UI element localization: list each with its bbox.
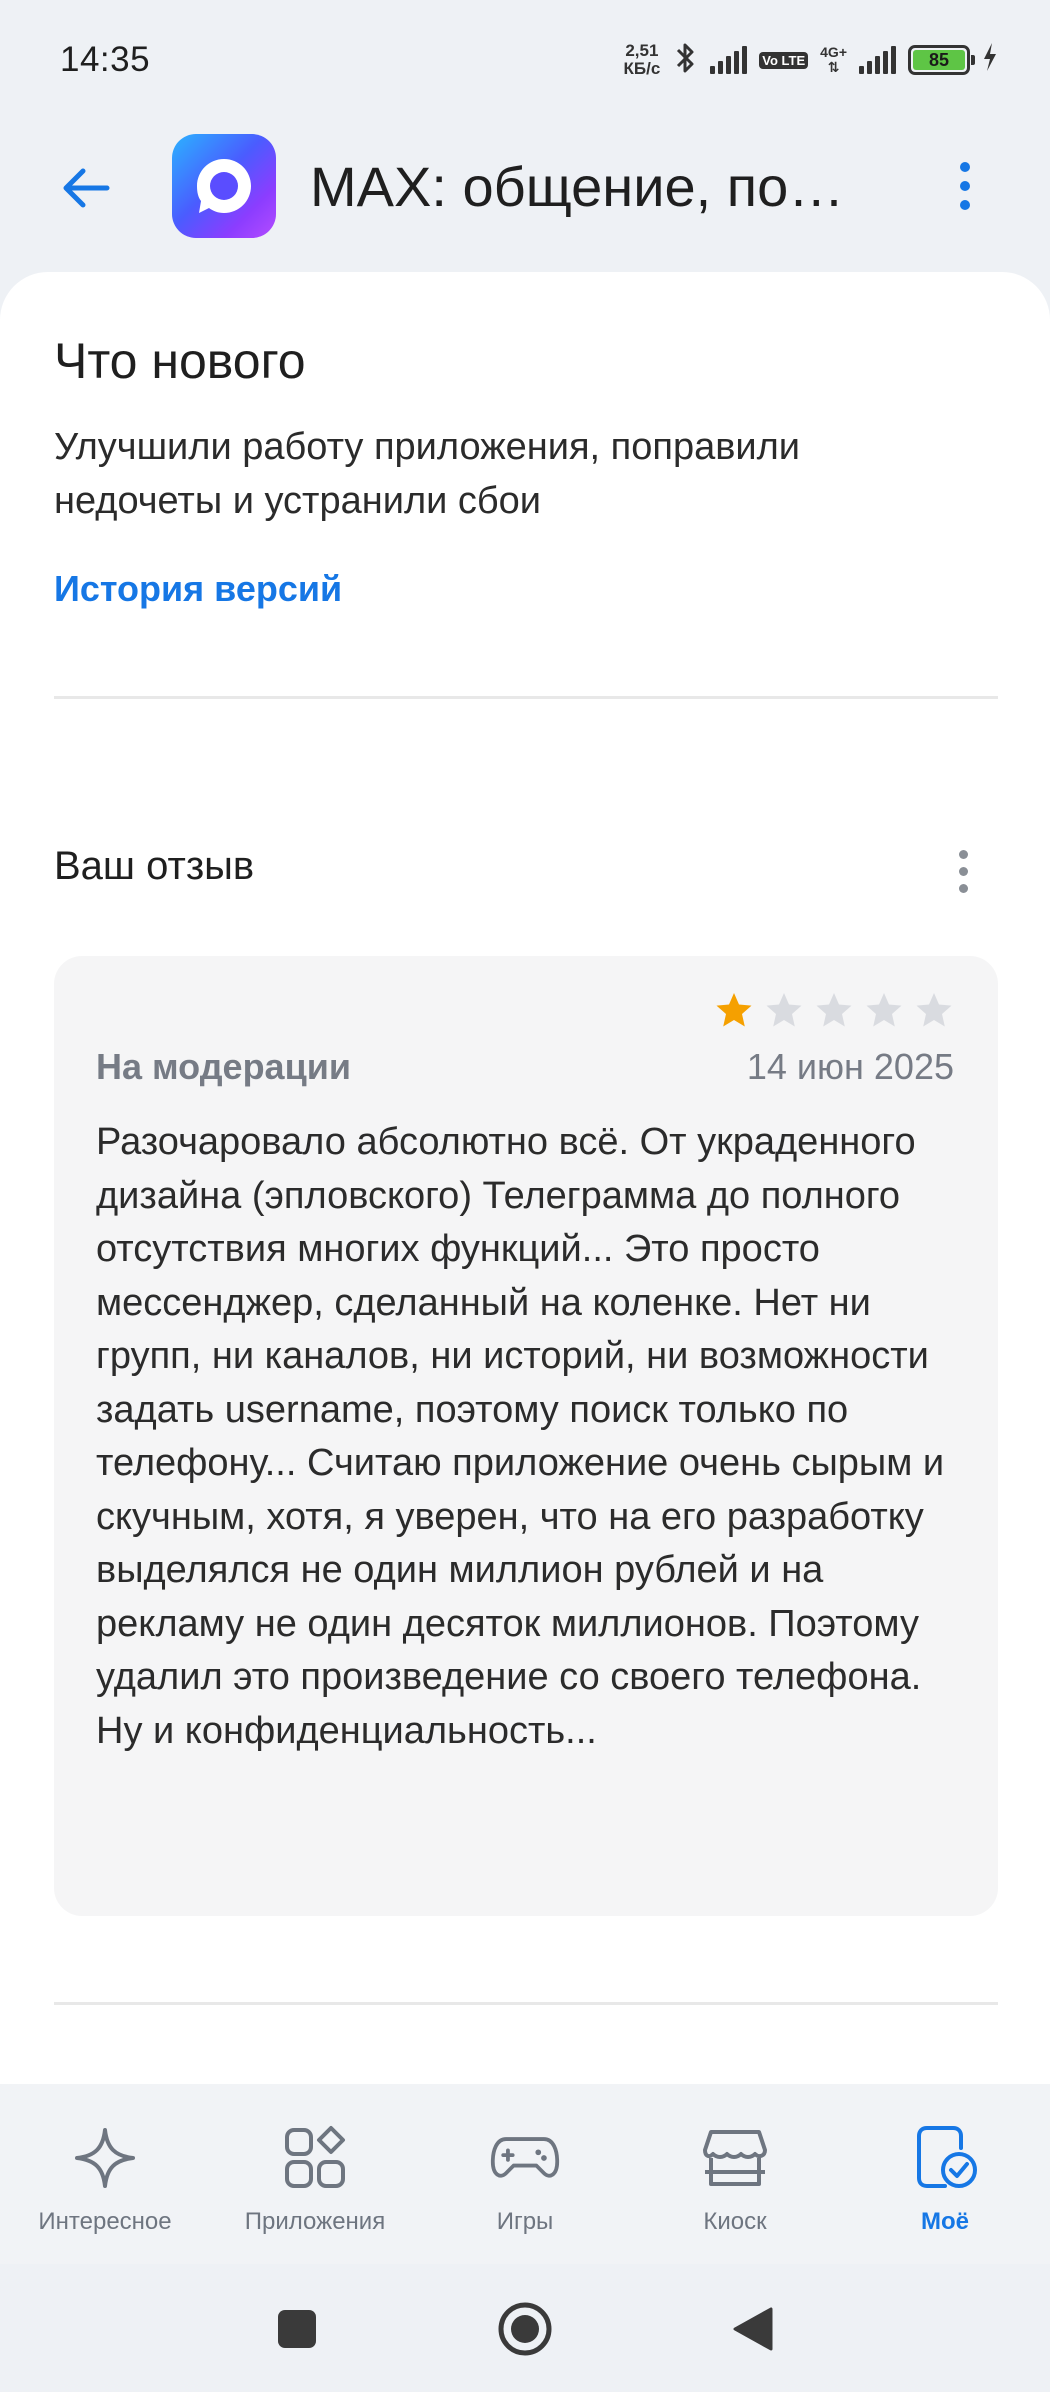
nav-label: Интересное <box>38 2208 172 2235</box>
charging-bolt-icon <box>982 42 998 79</box>
apps-grid-icon <box>279 2122 351 2194</box>
battery-fill: 85 <box>913 50 965 70</box>
store-icon <box>699 2122 771 2194</box>
nav-item-mine[interactable]: Моё <box>840 2084 1050 2264</box>
arrow-left-icon <box>63 168 110 208</box>
network-speed-unit: КБ/с <box>623 59 661 78</box>
dot-icon <box>958 849 968 859</box>
network-type: 4G+ ⇅ <box>820 45 847 75</box>
more-options-button[interactable] <box>940 156 990 216</box>
app-header: MAX: общение, по… <box>0 130 1050 240</box>
star-empty-icon <box>866 993 902 1027</box>
star-rating <box>714 990 954 1030</box>
dot-icon <box>960 162 970 172</box>
review-heading: Ваш отзыв <box>54 844 255 888</box>
data-arrows-icon: ⇅ <box>827 59 840 75</box>
recent-apps-button[interactable] <box>262 2294 332 2364</box>
review-text: Разочаровало абсолютно всё. От украденно… <box>96 1121 945 1752</box>
max-logo-icon <box>197 159 251 213</box>
nav-label: Киоск <box>703 2208 767 2235</box>
status-time: 14:35 <box>60 40 151 79</box>
nav-item-kiosk[interactable]: Киоск <box>630 2084 840 2264</box>
review-options-button[interactable] <box>950 846 976 896</box>
divider <box>54 2002 998 2005</box>
back-button[interactable] <box>56 158 116 218</box>
nav-label: Приложения <box>244 2208 386 2235</box>
nav-label: Моё <box>921 2208 969 2235</box>
my-apps-check-icon <box>909 2122 981 2194</box>
signal-strength-icon-2 <box>859 46 896 74</box>
dot-icon <box>960 200 970 210</box>
signal-strength-icon <box>710 46 748 74</box>
sparkle-icon <box>69 2122 141 2194</box>
version-history-link[interactable]: История версий <box>54 568 342 610</box>
bluetooth-icon <box>672 42 698 79</box>
network-speed: 2,51 КБ/с <box>624 42 661 78</box>
app-icon <box>172 134 276 238</box>
app-title: MAX: общение, по… <box>310 155 845 218</box>
bottom-navigation: Интересное Приложения Игры Киоск Моё <box>0 2084 1050 2264</box>
circle-icon <box>498 2302 552 2356</box>
moderation-status: На модерации <box>96 1046 351 1087</box>
whats-new-text: Улучшили работу приложения, поправили не… <box>54 426 801 522</box>
network-type-label: 4G+ <box>820 44 847 60</box>
square-icon <box>278 2310 316 2348</box>
dot-icon <box>958 866 968 876</box>
whats-new-title: Что нового <box>54 333 306 389</box>
home-button[interactable] <box>490 2294 560 2364</box>
review-date: 14 июн 2025 <box>746 1046 954 1087</box>
star-empty-icon <box>766 993 802 1027</box>
back-system-button[interactable] <box>718 2294 788 2364</box>
battery-percent: 85 <box>928 49 950 70</box>
nav-item-games[interactable]: Игры <box>420 2084 630 2264</box>
status-icons: 2,51 КБ/с Vo LTE 4G+ ⇅ 85 <box>624 42 999 79</box>
review-card: На модерации 14 июн 2025 Разочаровало аб… <box>54 956 998 1916</box>
gamepad-icon <box>489 2122 561 2194</box>
triangle-back-icon <box>733 2307 773 2351</box>
star-empty-icon <box>916 993 952 1027</box>
nav-label: Игры <box>496 2208 554 2235</box>
divider <box>54 696 998 699</box>
nav-item-interesting[interactable]: Интересное <box>0 2084 210 2264</box>
nav-item-apps[interactable]: Приложения <box>210 2084 420 2264</box>
star-filled-icon <box>716 993 752 1027</box>
battery-icon: 85 <box>908 45 975 75</box>
star-empty-icon <box>816 993 852 1027</box>
dot-icon <box>958 883 968 893</box>
system-navigation-bar <box>0 2264 1050 2392</box>
content-panel: Что нового Улучшили работу приложения, п… <box>0 272 1050 2084</box>
network-speed-value: 2,51 <box>625 41 659 60</box>
status-bar: 14:35 2,51 КБ/с Vo LTE 4G+ ⇅ 85 <box>0 0 1050 120</box>
dot-icon <box>960 181 970 191</box>
volte-badge: Vo LTE <box>759 51 809 69</box>
